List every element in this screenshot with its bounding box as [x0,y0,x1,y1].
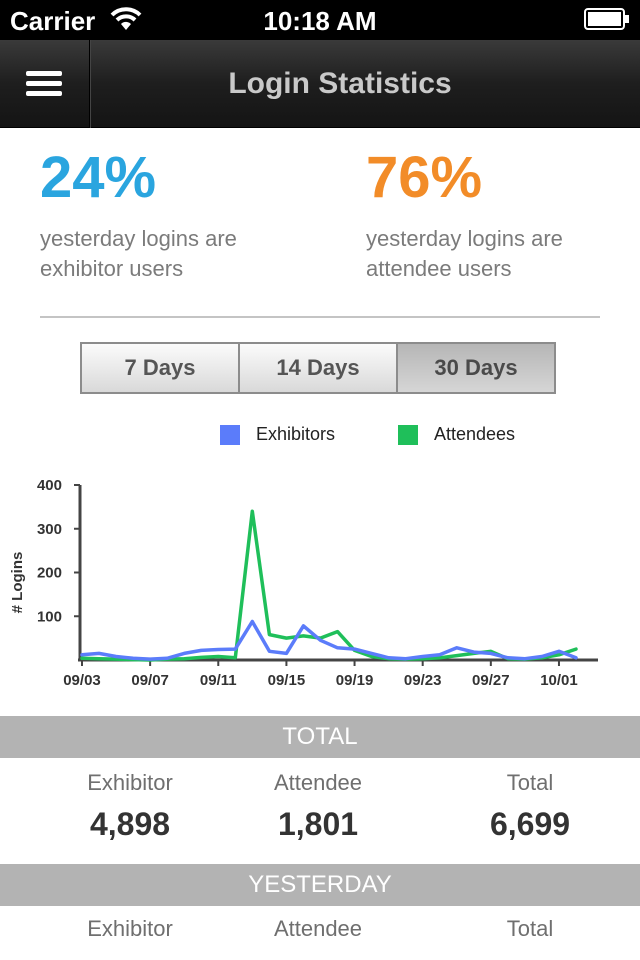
x-tick-label: 09/27 [472,672,510,689]
exhibitor-description-line1: yesterday logins are [40,226,237,251]
total-exhibitor-label: Exhibitor [87,770,173,795]
battery-icon [584,8,630,35]
navigation-bar: Login Statistics [0,40,640,128]
x-tick-label: 09/19 [336,672,374,689]
status-bar: Carrier 10:18 AM [0,0,640,40]
total-section-header: TOTAL [0,716,640,758]
exhibitor-description-line2: exhibitor users [40,256,184,281]
legend-swatch-attendees [398,424,418,445]
menu-button[interactable] [0,40,90,128]
divider [40,316,600,318]
yesterday-exhibitor-label: Exhibitor [87,916,173,941]
x-tick-label: 09/11 [200,672,237,689]
legend-exhibitors: Exhibitors [220,424,335,445]
total-attendee-label: Attendee [273,770,363,795]
x-tick-label: 09/03 [63,672,101,689]
series-line-exhibitors [80,619,578,661]
attendee-description-line1: yesterday logins are [366,226,563,251]
exhibitor-percentage: 24% [40,145,157,210]
total-total-value: 6,699 [489,806,571,842]
yesterday-total-label: Total [506,916,554,941]
tab-14-days[interactable]: 14 Days [240,344,398,392]
yesterday-section-header: YESTERDAY [0,864,640,906]
tab-30-days[interactable]: 30 Days [398,344,554,392]
exhibitor-description: yesterday logins are exhibitor users [40,224,280,284]
tab-7-days[interactable]: 7 Days [82,344,240,392]
x-tick-label: 10/01 [540,672,578,689]
logins-line-chart: 100 200 300 400 # Logins 09/03 09/07 09/11 09/15… [9,477,598,689]
status-time: 10:18 AM [263,6,377,36]
page-title: Login Statistics [228,67,452,100]
legend-label-exhibitors: Exhibitors [256,424,336,444]
attendee-description-line2: attendee users [366,256,512,281]
yesterday-attendee-label: Attendee [273,916,363,941]
range-segmented-control: 7 Days 14 Days 30 Days [80,342,556,394]
x-tick-label: 09/07 [131,672,169,689]
attendee-percentage: 76% [366,145,483,210]
y-axis-title: # Logins [9,552,26,614]
x-tick-label: 09/23 [404,672,442,689]
legend-swatch-exhibitors [220,424,240,445]
x-tick-label: 09/15 [268,672,306,689]
total-exhibitor-value: 4,898 [89,806,171,842]
y-tick-label: 300 [37,521,62,538]
total-total-label: Total [506,770,554,795]
series-line-attendees [80,509,578,662]
y-tick-label: 200 [37,565,62,582]
y-tick-label: 100 [37,608,62,625]
attendee-description: yesterday logins are attendee users [366,224,606,284]
total-attendee-value: 1,801 [277,806,359,842]
y-tick-label: 400 [37,477,62,494]
legend-label-attendees: Attendees [434,424,516,444]
legend-attendees: Attendees [398,424,515,445]
